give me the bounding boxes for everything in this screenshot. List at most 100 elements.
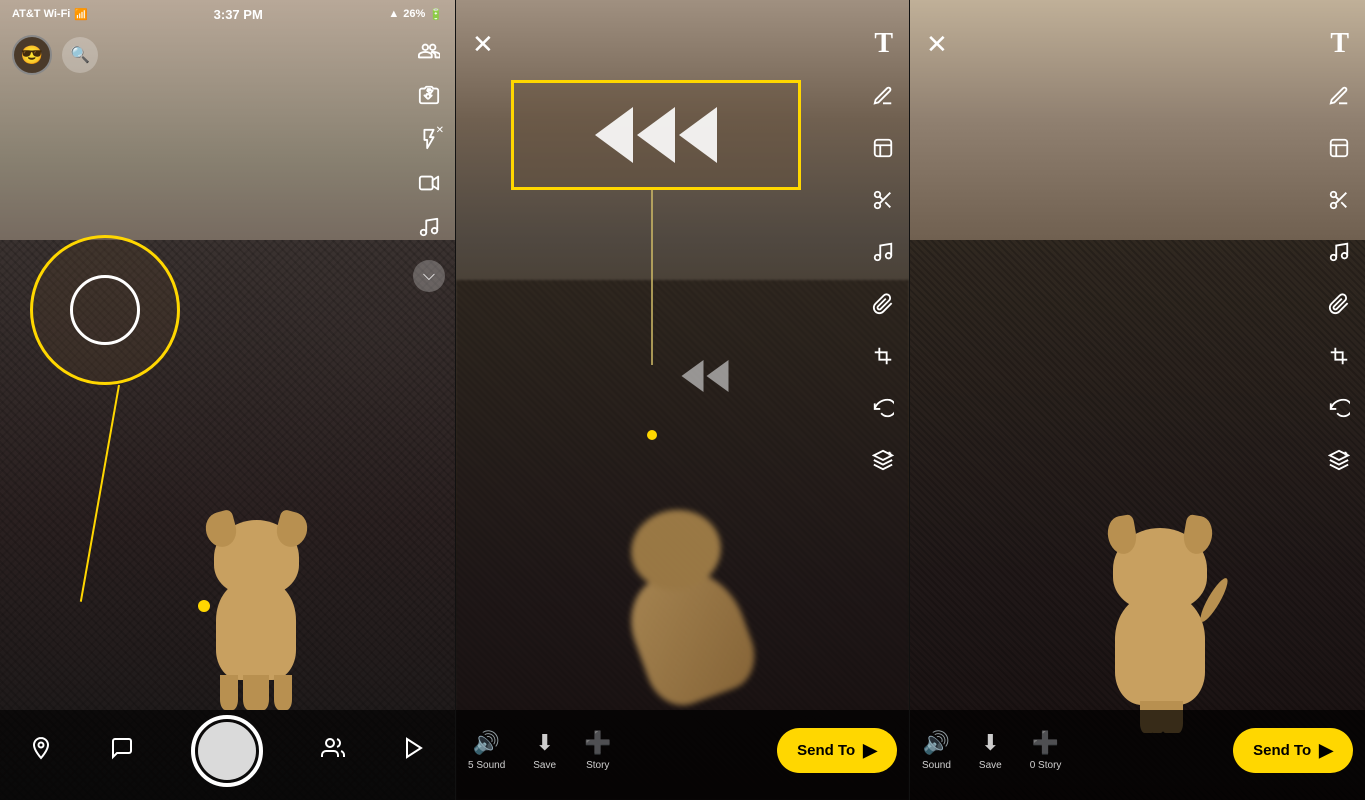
chat-button[interactable] xyxy=(110,736,134,767)
small-rewind-arrows xyxy=(682,360,729,392)
search-button[interactable]: 🔍 xyxy=(62,37,98,73)
add-friend-button[interactable] xyxy=(418,40,440,68)
video-filter-button[interactable] xyxy=(418,172,440,200)
shutter-button[interactable] xyxy=(191,715,263,787)
rewind-arrows xyxy=(595,107,717,163)
right-toolbar xyxy=(867,80,899,476)
p3-save-icon: ⬇ xyxy=(981,730,999,756)
sound-label: 5 Sound xyxy=(468,760,505,771)
p3-right-toolbar xyxy=(1323,80,1355,476)
flip-camera-icon xyxy=(418,84,440,106)
top-left-tools: 😎 🔍 xyxy=(12,35,98,75)
connector-dot xyxy=(647,430,657,440)
small-arrow-1 xyxy=(682,360,704,392)
p3-music-icon xyxy=(1328,241,1350,263)
dog-p3 xyxy=(1095,515,1225,705)
snap-bottom-left: 🔊 5 Sound ⬇ Save ➕ Story xyxy=(468,730,777,771)
save-button[interactable]: ⬇ Save xyxy=(533,730,556,771)
dog-leg xyxy=(220,675,238,710)
flip-camera-button[interactable] xyxy=(418,84,440,112)
link-tool-button[interactable] xyxy=(867,288,899,320)
dog-ear-right xyxy=(272,509,310,551)
p3-save-label: Save xyxy=(979,760,1002,771)
p3-snap-bottom-bar: 🔊 Sound ⬇ Save ➕ 0 Story Send To ▶ xyxy=(910,710,1365,800)
music-tool-icon xyxy=(872,241,894,263)
zoom-ring xyxy=(70,275,140,345)
camera-panel: AT&T Wi-Fi 📶 3:37 PM ▲ 26% 🔋 😎 🔍 ✕ xyxy=(0,0,455,800)
save-icon: ⬇ xyxy=(535,730,553,756)
undo-tool-button[interactable] xyxy=(867,392,899,424)
p3-send-arrow-icon: ▶ xyxy=(1319,740,1333,761)
location-button[interactable] xyxy=(29,736,53,767)
crop-tool-button[interactable] xyxy=(867,340,899,372)
send-arrow-icon: ▶ xyxy=(863,740,877,761)
dog-head xyxy=(214,520,299,595)
sound-button[interactable]: 🔊 5 Sound xyxy=(468,730,505,771)
p3-pencil-tool-button[interactable] xyxy=(1323,80,1355,112)
p3-save-button[interactable]: ⬇ Save xyxy=(979,730,1002,771)
avatar[interactable]: 😎 xyxy=(12,35,52,75)
p3-link-tool-button[interactable] xyxy=(1323,288,1355,320)
more-tools-button[interactable]: ⌵ xyxy=(413,260,445,292)
text-tool-button[interactable]: T xyxy=(874,28,893,60)
time-display: 3:37 PM xyxy=(214,7,263,22)
pencil-tool-button[interactable] xyxy=(867,80,899,112)
p3-send-to-label: Send To xyxy=(1253,742,1311,759)
p3-dog-ear-right xyxy=(1181,514,1215,556)
p3-close-button[interactable]: ✕ xyxy=(926,29,948,60)
editor-top-bar: ✕ T xyxy=(456,28,909,60)
snap-bottom-bar: 🔊 5 Sound ⬇ Save ➕ Story Send To ▶ xyxy=(456,710,909,800)
layers-tool-button[interactable] xyxy=(867,444,899,476)
p3-crop-tool-button[interactable] xyxy=(1323,340,1355,372)
send-to-button[interactable]: Send To ▶ xyxy=(777,728,897,773)
blurred-dog xyxy=(611,480,771,700)
p3-story-button[interactable]: ➕ 0 Story xyxy=(1030,730,1062,771)
video-filter-icon xyxy=(418,172,440,194)
music-icon xyxy=(418,216,440,238)
p3-layers-tool-button[interactable] xyxy=(1323,444,1355,476)
status-left: AT&T Wi-Fi 📶 xyxy=(12,8,88,21)
layers-icon xyxy=(872,449,894,471)
music-tool-button[interactable] xyxy=(867,236,899,268)
save-label: Save xyxy=(533,760,556,771)
friends-icon xyxy=(321,736,345,760)
carrier-text: AT&T Wi-Fi xyxy=(12,8,70,20)
p3-scissors-icon xyxy=(1328,189,1350,211)
pencil-icon xyxy=(872,85,894,107)
small-arrow-2 xyxy=(707,360,729,392)
p3-dog-torso xyxy=(1115,595,1205,705)
p3-scissors-tool-button[interactable] xyxy=(1323,184,1355,216)
friends-button[interactable] xyxy=(321,736,345,767)
p3-snap-bottom-left: 🔊 Sound ⬇ Save ➕ 0 Story xyxy=(922,730,1233,771)
p3-text-tool-button[interactable]: T xyxy=(1330,28,1349,60)
rewind-editor-panel: ✕ T 🔊 5 Sou xyxy=(455,0,910,800)
p3-crop-icon xyxy=(1328,345,1350,367)
scissors-tool-button[interactable] xyxy=(867,184,899,216)
music-button[interactable] xyxy=(418,216,440,244)
p3-send-to-button[interactable]: Send To ▶ xyxy=(1233,728,1353,773)
p3-undo-tool-button[interactable] xyxy=(1323,392,1355,424)
location-icon-path xyxy=(34,738,48,758)
scissors-icon xyxy=(872,189,894,211)
chat-icon xyxy=(110,736,134,760)
rewind-sticker[interactable] xyxy=(511,80,801,190)
p3-sticker-tool-button[interactable] xyxy=(1323,132,1355,164)
flash-button[interactable]: ✕ xyxy=(418,128,440,156)
sound-icon: 🔊 xyxy=(473,730,500,756)
p3-sound-icon: 🔊 xyxy=(923,730,950,756)
story-button[interactable]: ➕ Story xyxy=(584,730,611,771)
close-button[interactable]: ✕ xyxy=(472,29,494,60)
p3-sound-label: Sound xyxy=(922,760,951,771)
p3-undo-icon xyxy=(1328,397,1350,419)
stories-button[interactable] xyxy=(402,736,426,767)
signal-icon: ▲ xyxy=(388,8,399,20)
sticker-tool-button[interactable] xyxy=(867,132,899,164)
battery-display: 26% xyxy=(403,8,425,20)
right-tools: ✕ ⌵ xyxy=(413,40,445,292)
story-label: Story xyxy=(586,760,609,771)
shutter-inner xyxy=(198,722,256,780)
p3-sound-button[interactable]: 🔊 Sound xyxy=(922,730,951,771)
link-icon xyxy=(872,293,894,315)
rewind-arrow-2 xyxy=(637,107,675,163)
p3-music-tool-button[interactable] xyxy=(1323,236,1355,268)
